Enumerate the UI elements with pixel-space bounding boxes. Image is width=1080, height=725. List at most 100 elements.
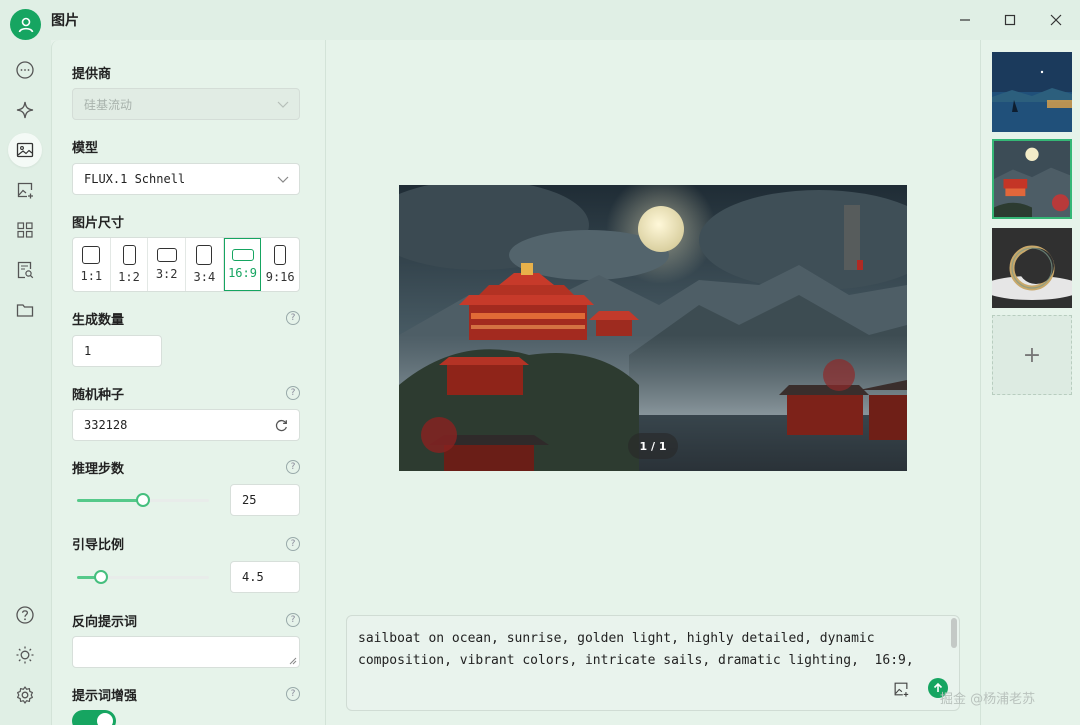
watermark: 掘金 @杨浦老苏 [940, 692, 1036, 707]
size-option-label: 9:16 [265, 270, 295, 284]
document-search-icon [17, 261, 34, 279]
preview-area: 1 / 1 sailboat on ocean, sunrise, golden… [326, 40, 980, 725]
size-option-label: 3:2 [155, 267, 178, 281]
size-option-3-2[interactable]: 3:2 [148, 238, 187, 291]
size-option-label: 3:4 [193, 270, 216, 284]
count-input[interactable]: 1 [72, 335, 162, 367]
history-thumbnail[interactable] [992, 228, 1072, 308]
seed-input[interactable]: 332128 [72, 409, 300, 441]
maximize-button[interactable] [1000, 10, 1020, 30]
image-edit-nav-button[interactable] [8, 173, 42, 207]
aspect-ratio-icon [231, 249, 254, 261]
thumbnail-picture [994, 141, 1070, 217]
image-nav-button[interactable] [8, 133, 42, 167]
steps-value: 25 [242, 493, 257, 507]
user-avatar[interactable] [10, 9, 41, 40]
negative-prompt-input[interactable] [72, 636, 300, 668]
help-icon[interactable]: ? [286, 311, 300, 325]
title-bar: 图片 [0, 0, 1080, 40]
prompt-enhance-toggle[interactable] [72, 710, 116, 725]
guidance-slider-thumb[interactable] [93, 570, 108, 584]
guidance-value: 4.5 [242, 570, 264, 584]
document-search-nav-button[interactable] [8, 253, 42, 287]
steps-slider-fill [77, 499, 143, 502]
refresh-icon[interactable] [275, 419, 288, 432]
attach-image-button[interactable] [892, 680, 910, 702]
chevron-down-icon [277, 101, 289, 108]
aspect-ratio-icon [156, 248, 177, 262]
provider-select: 硅基流动 [72, 88, 300, 120]
aspect-ratio-icon [274, 245, 287, 265]
prompt-enhance-label: 提示词增强 [72, 689, 138, 704]
history-thumbnail-selected[interactable] [992, 139, 1072, 219]
image-pager: 1 / 1 [628, 433, 678, 459]
help-icon[interactable]: ? [286, 386, 300, 400]
folder-icon [16, 304, 34, 317]
help-icon[interactable]: ? [286, 537, 300, 551]
history-thumbnail[interactable] [992, 52, 1072, 132]
apps-nav-button[interactable] [8, 213, 42, 247]
chat-icon [16, 61, 34, 79]
settings-icon [17, 686, 33, 704]
steps-slider-thumb[interactable] [136, 493, 150, 507]
prompt-scrollbar[interactable] [951, 618, 957, 648]
help-nav-button[interactable] [8, 598, 42, 632]
seed-value: 332128 [84, 418, 128, 432]
size-option-9-16[interactable]: 9:16 [261, 238, 299, 291]
assistant-nav-button[interactable] [8, 93, 42, 127]
user-icon [18, 17, 33, 32]
model-select[interactable]: FLUX.1 Schnell [72, 163, 300, 195]
theme-toggle-button[interactable] [8, 638, 42, 672]
thumbnail-picture [992, 228, 1072, 308]
thumbnail-picture [992, 52, 1072, 132]
prompt-text[interactable]: sailboat on ocean, sunrise, golden light… [358, 628, 943, 672]
model-value: FLUX.1 Schnell [84, 172, 186, 186]
steps-label: 推理步数 [72, 462, 125, 477]
files-nav-button[interactable] [8, 293, 42, 327]
apps-grid-icon [17, 222, 33, 238]
maximize-icon [1004, 14, 1016, 26]
help-icon[interactable]: ? [286, 687, 300, 701]
provider-value: 硅基流动 [84, 97, 133, 112]
guidance-input[interactable]: 4.5 [230, 561, 300, 593]
size-option-1-1[interactable]: 1:1 [73, 238, 111, 291]
chevron-down-icon [277, 176, 289, 183]
image-icon [16, 142, 34, 158]
add-image-tile[interactable]: + [992, 315, 1072, 395]
count-value: 1 [84, 344, 92, 358]
size-option-1-2[interactable]: 1:2 [111, 238, 149, 291]
generated-image[interactable]: 1 / 1 [399, 185, 907, 471]
steps-slider[interactable] [77, 493, 209, 507]
window-title: 图片 [51, 13, 79, 29]
size-label: 图片尺寸 [72, 216, 125, 231]
size-option-label: 1:2 [118, 270, 140, 284]
steps-input[interactable]: 25 [230, 484, 300, 516]
negative-prompt-label: 反向提示词 [72, 615, 138, 630]
image-add-icon [894, 682, 909, 697]
chat-nav-button[interactable] [8, 53, 42, 87]
count-label: 生成数量 [72, 313, 125, 328]
provider-label: 提供商 [72, 67, 112, 82]
image-edit-icon [17, 182, 33, 199]
left-rail [0, 40, 51, 725]
minimize-button[interactable] [955, 10, 975, 30]
sparkle-icon [16, 101, 34, 119]
theme-icon [16, 646, 34, 664]
help-icon[interactable]: ? [286, 613, 300, 627]
resize-handle-icon[interactable] [289, 657, 297, 665]
history-gallery: + [980, 40, 1080, 725]
model-label: 模型 [72, 141, 99, 156]
aspect-ratio-icon [122, 245, 136, 265]
settings-nav-button[interactable] [8, 678, 42, 712]
size-option-label: 16:9 [228, 266, 257, 280]
guidance-slider[interactable] [77, 570, 209, 584]
size-selector: 1:1 1:2 3:2 3:4 16:9 9:16 [72, 237, 300, 292]
close-button[interactable] [1046, 10, 1066, 30]
help-icon [16, 606, 34, 624]
minimize-icon [960, 19, 970, 21]
size-option-3-4[interactable]: 3:4 [186, 238, 224, 291]
help-icon[interactable]: ? [286, 460, 300, 474]
generated-image-picture [399, 185, 907, 471]
prompt-input[interactable]: sailboat on ocean, sunrise, golden light… [346, 615, 960, 711]
size-option-16-9[interactable]: 16:9 [223, 238, 262, 291]
